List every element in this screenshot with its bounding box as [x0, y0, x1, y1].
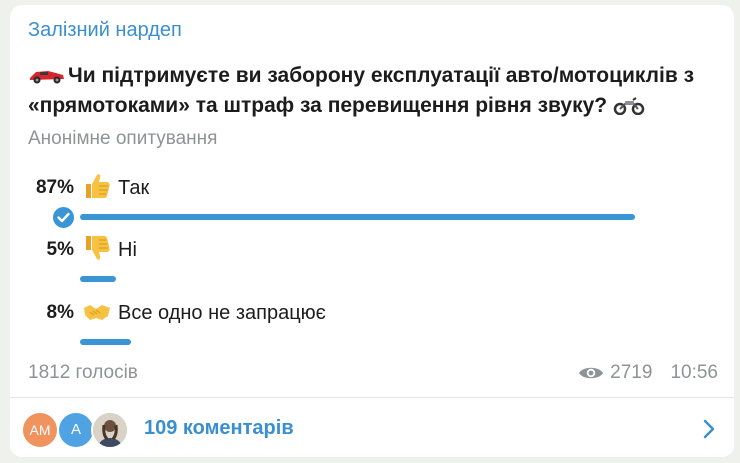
option-percent: 8%	[46, 302, 74, 323]
option-label: Так	[118, 177, 150, 199]
comments-bar[interactable]: AM A 109 коментарів	[10, 398, 734, 457]
view-count: 2719	[610, 362, 653, 383]
handshake-icon	[84, 305, 110, 320]
option-label: Все одно не запрацює	[118, 302, 326, 324]
poll-question: Чи підтримуєте ви заборону експлуатації …	[28, 61, 718, 121]
option-result-bar	[80, 339, 131, 345]
chevron-right-icon[interactable]	[702, 418, 716, 440]
poll-type-label: Анонімне опитування	[28, 128, 218, 149]
poll-question-text: Чи підтримуєте ви заборону експлуатації …	[28, 64, 695, 117]
poll-option-wont-work[interactable]: 8% Все одно не запрацює	[10, 302, 734, 362]
option-result-bar	[80, 276, 116, 282]
avatar: AM	[21, 411, 59, 449]
message-meta: 2719 10:56	[578, 362, 718, 384]
avatar: A	[57, 411, 95, 449]
comments-link[interactable]: 109 коментарів	[144, 417, 294, 440]
poll-message-card: Залізний нардеп Чи підтримуєте ви заборо…	[10, 5, 734, 457]
option-percent: 5%	[46, 239, 74, 260]
thumbs-down-icon	[86, 236, 110, 260]
option-percent: 87%	[35, 177, 74, 198]
option-result-bar	[80, 214, 635, 220]
avatar-photo	[91, 411, 129, 449]
eye-icon	[579, 367, 604, 379]
racing-car-icon	[30, 71, 64, 84]
motorcycle-icon	[613, 97, 645, 115]
channel-name[interactable]: Залізний нардеп	[28, 19, 182, 42]
message-time: 10:56	[670, 362, 718, 383]
selected-check-icon	[51, 205, 76, 230]
option-label: Ні	[118, 239, 137, 261]
poll-option-yes[interactable]: 87% Так	[10, 174, 734, 237]
vote-count: 1812 голосів	[28, 362, 138, 383]
poll-option-no[interactable]: 5% Ні	[10, 236, 734, 299]
thumbs-up-icon	[86, 174, 110, 198]
